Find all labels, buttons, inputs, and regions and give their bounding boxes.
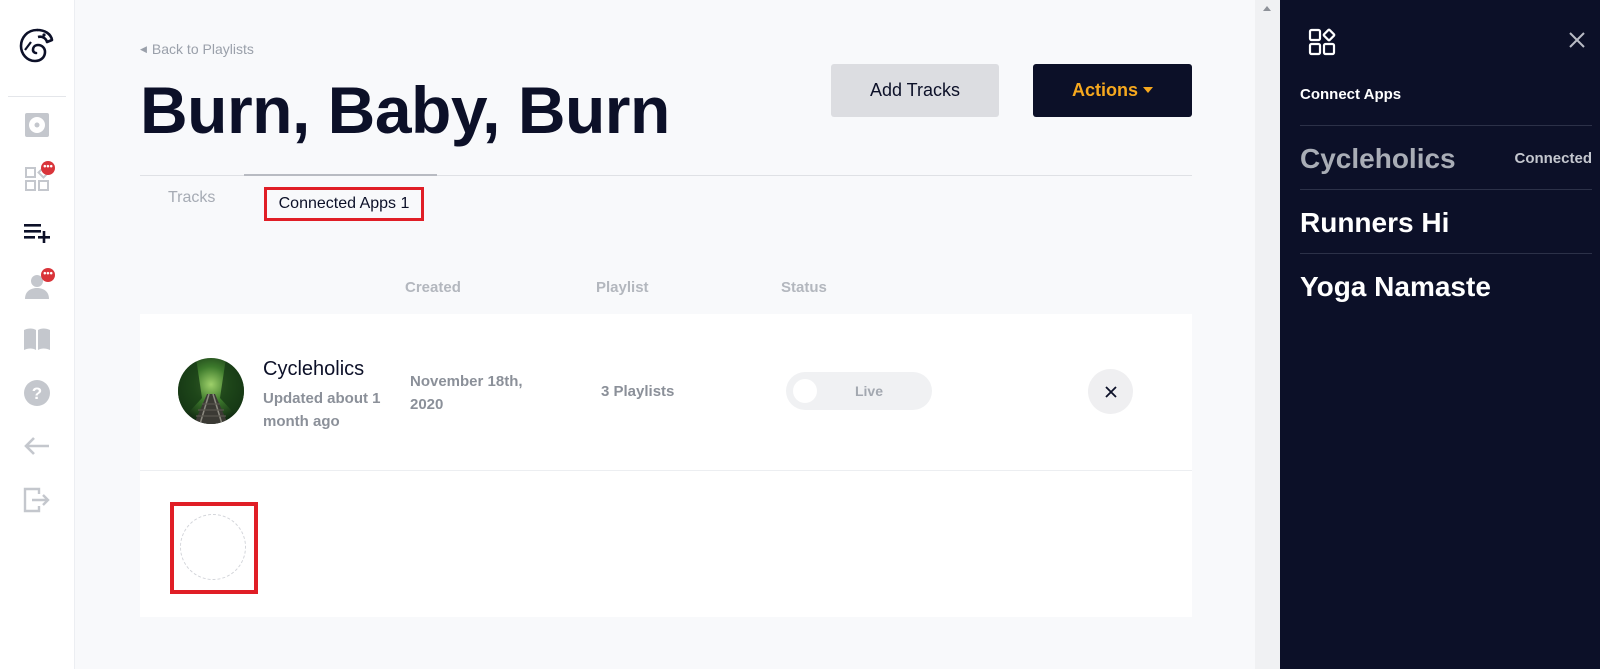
caret-down-icon (1143, 87, 1153, 93)
actions-button[interactable]: Actions (1033, 64, 1192, 117)
help-icon: ? (24, 380, 50, 406)
app-name[interactable]: Cycleholics (263, 358, 364, 381)
nav-logout[interactable] (17, 480, 57, 520)
empty-avatar-placeholder (180, 514, 246, 580)
app-avatar (178, 358, 244, 424)
close-drawer-icon[interactable] (1567, 30, 1587, 50)
playlist-add-icon (24, 224, 50, 243)
notification-badge: ••• (41, 268, 55, 282)
tab-connected-apps[interactable]: Connected Apps 1 (264, 187, 424, 221)
add-tracks-button[interactable]: Add Tracks (831, 64, 999, 117)
drawer-heading: Connect Apps (1300, 86, 1402, 103)
row-divider (140, 470, 1192, 471)
nav-account[interactable]: ••• (17, 266, 57, 306)
status-label: Live (854, 383, 883, 399)
tab-active-indicator (244, 174, 437, 176)
caret-left-icon: ◀ (140, 44, 147, 54)
drawer-app-status: Connected (1514, 150, 1592, 167)
app-updated-text: Updated about 1 month ago (263, 390, 381, 430)
playlist-count: 3 Playlists (601, 383, 675, 400)
arrow-left-icon (24, 437, 49, 455)
drawer-app-cycleholics[interactable]: Cycleholics Connected (1300, 125, 1592, 189)
nav-docs[interactable] (17, 319, 57, 359)
drawer-app-name: Yoga Namaste (1300, 271, 1491, 302)
vertical-scrollbar[interactable] (1255, 0, 1280, 669)
drawer-app-runners-hi[interactable]: Runners Hi (1300, 189, 1592, 253)
nav-back[interactable] (17, 426, 57, 466)
created-date: November 18th, 2020 (410, 373, 523, 413)
forest-track-image (178, 358, 244, 424)
page-title: Burn, Baby, Burn (140, 73, 670, 147)
book-icon (24, 328, 50, 350)
records-icon (25, 113, 49, 137)
logout-icon (23, 487, 50, 513)
column-header-playlist: Playlist (596, 279, 649, 296)
tab-tracks[interactable]: Tracks (168, 189, 215, 207)
rail-divider (8, 96, 66, 97)
nav-rail: ••• ••• ? (0, 0, 75, 669)
actions-label: Actions (1071, 80, 1138, 100)
back-to-playlists-link[interactable]: ◀ Back to Playlists (140, 41, 254, 57)
nav-apps[interactable]: ••• (17, 159, 57, 199)
drawer-app-yoga-namaste[interactable]: Yoga Namaste (1300, 253, 1592, 317)
svg-text:?: ? (32, 384, 42, 403)
chameleon-logo-icon[interactable] (17, 26, 57, 66)
column-header-created: Created (405, 279, 461, 296)
connected-apps-table: Cycleholics Updated about 1 month ago No… (140, 314, 1192, 617)
apps-icon (1308, 28, 1336, 56)
close-icon (1104, 385, 1117, 398)
column-header-status: Status (781, 279, 827, 296)
remove-app-button[interactable] (1088, 369, 1133, 414)
nav-playlists[interactable] (17, 212, 57, 252)
main-content: ◀ Back to Playlists Burn, Baby, Burn Add … (75, 0, 1255, 669)
scroll-up-arrow-icon[interactable] (1263, 6, 1271, 11)
notification-badge: ••• (41, 161, 55, 175)
drawer-app-name: Runners Hi (1300, 207, 1450, 238)
status-toggle[interactable]: Live (786, 372, 932, 410)
connect-apps-drawer: Connect Apps Cycleholics Connected Runne… (1280, 0, 1600, 669)
nav-help[interactable]: ? (17, 373, 57, 413)
add-app-placeholder[interactable] (170, 502, 258, 594)
nav-records[interactable] (17, 105, 57, 145)
back-link-label: Back to Playlists (151, 41, 254, 57)
drawer-app-name: Cycleholics (1300, 143, 1456, 174)
